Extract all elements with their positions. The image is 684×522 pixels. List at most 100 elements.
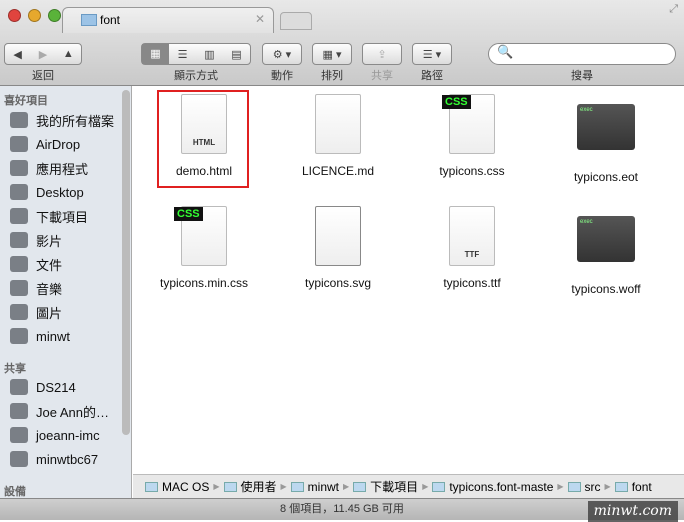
column-view-icon[interactable]: ▥	[196, 48, 223, 61]
computer-icon	[10, 403, 28, 419]
file-item[interactable]: CSS typicons.min.css	[144, 206, 264, 290]
sidebar-item-label: Desktop	[36, 184, 84, 200]
ttf-file-icon: TTF	[449, 206, 495, 266]
exec-file-icon: exec	[577, 216, 635, 262]
path-separator-icon: ▶	[422, 482, 429, 491]
path-item[interactable]: src	[585, 480, 601, 494]
css-file-icon: CSS	[442, 94, 495, 154]
watermark: minwt.com	[587, 501, 678, 522]
back-forward-buttons[interactable]: ◀ ▶ ▲	[4, 43, 82, 65]
path-item[interactable]: minwt	[308, 480, 339, 494]
search-input[interactable]: 🔍	[488, 43, 676, 65]
icon-view-icon[interactable]: ▦	[142, 44, 169, 64]
sidebar-item-label: joeann-imc	[36, 427, 100, 443]
sidebar-item[interactable]: minwt	[10, 325, 70, 347]
zoom-window-button[interactable]	[48, 9, 61, 22]
folder-icon	[290, 481, 304, 492]
sidebar-item[interactable]: joeann-imc	[10, 424, 100, 446]
selection-box	[157, 90, 249, 188]
action-button[interactable]: ⚙ ▾	[262, 43, 302, 65]
sidebar-item-label: 下載項目	[36, 209, 89, 225]
file-grid: HTML demo.html LICENCE.md CSS typicons.css ex…	[133, 86, 684, 474]
sidebar-item[interactable]: 影片	[10, 229, 62, 251]
tab-title: font	[100, 13, 121, 27]
view-mode-buttons[interactable]: ▦ ☰ ▥ ▤	[141, 43, 251, 65]
computer-icon	[10, 379, 28, 395]
sidebar-item-label: 圖片	[36, 305, 63, 321]
path-item[interactable]: 下載項目	[370, 478, 418, 495]
file-name: LICENCE.md	[301, 164, 375, 178]
minimize-window-button[interactable]	[28, 9, 41, 22]
tab-font[interactable]: font ✕	[62, 7, 274, 33]
share-icon: ⇪	[377, 48, 387, 61]
file-item[interactable]: exec typicons.eot	[546, 94, 666, 184]
path-item[interactable]: 使用者	[241, 478, 277, 495]
file-item[interactable]: TTF typicons.ttf	[412, 206, 532, 290]
sidebar-item-label: 我的所有檔案	[36, 113, 115, 129]
path-button[interactable]: ☰ ▾	[412, 43, 452, 65]
shared-header: 共享	[4, 363, 26, 375]
arrange-button[interactable]: ▦ ▾	[312, 43, 352, 65]
file-name: typicons.svg	[304, 276, 372, 290]
status-bar: 8 個項目，11.45 GB 可用 minwt.com	[0, 498, 684, 522]
path-separator-icon: ▶	[213, 482, 220, 491]
share-label: 共享	[371, 70, 393, 82]
sidebar-item[interactable]: 我的所有檔案	[10, 109, 114, 131]
sidebar-item-icon	[10, 160, 28, 176]
sidebar-item-icon	[10, 208, 28, 224]
sidebar-item[interactable]: minwtbc67	[10, 448, 98, 470]
path-icon: ☰ ▾	[422, 48, 442, 61]
sidebar-item-icon	[10, 280, 28, 296]
list-view-icon[interactable]: ☰	[169, 48, 196, 61]
arrange-icon: ▦ ▾	[322, 48, 342, 61]
sidebar-item-label: 文件	[36, 257, 63, 273]
file-name: typicons.ttf	[443, 276, 501, 290]
sidebar-item[interactable]: AirDrop	[10, 133, 80, 155]
coverflow-view-icon[interactable]: ▤	[223, 48, 250, 61]
fullscreen-icon[interactable]: ⤢	[669, 3, 678, 16]
up-icon[interactable]: ▲	[56, 48, 81, 60]
sidebar-item-label: minwt	[36, 328, 70, 344]
file-item[interactable]: exec typicons.woff	[546, 206, 666, 296]
forward-icon[interactable]: ▶	[30, 48, 55, 61]
path-item[interactable]: typicons.font-maste	[449, 480, 553, 494]
file-item[interactable]: typicons.svg	[278, 206, 398, 290]
sidebar-scrollbar[interactable]	[122, 90, 130, 435]
doc-file-icon	[315, 94, 361, 154]
sidebar-item-label: AirDrop	[36, 136, 81, 152]
folder-icon	[223, 481, 237, 492]
share-button[interactable]: ⇪	[362, 43, 402, 65]
file-item[interactable]: HTML demo.html	[144, 90, 264, 188]
css-file-icon: CSS	[174, 206, 227, 266]
sidebar-item[interactable]: Joe Ann的…	[10, 400, 109, 422]
back-icon[interactable]: ◀	[5, 48, 30, 61]
sidebar-item[interactable]: 應用程式	[10, 157, 88, 179]
sidebar-item[interactable]: 文件	[10, 253, 62, 275]
action-label: 動作	[271, 70, 293, 82]
file-name: typicons.min.css	[159, 276, 249, 290]
close-tab-icon[interactable]: ✕	[255, 12, 265, 26]
path-item[interactable]: font	[632, 480, 652, 494]
favorites-header: 喜好項目	[4, 95, 48, 107]
new-tab-button[interactable]	[280, 12, 312, 30]
close-window-button[interactable]	[8, 9, 21, 22]
view-label: 顯示方式	[174, 70, 218, 82]
file-item[interactable]: CSS typicons.css	[412, 94, 532, 178]
file-item[interactable]: LICENCE.md	[278, 94, 398, 178]
sidebar-item[interactable]: 音樂	[10, 277, 62, 299]
sidebar-item[interactable]: Desktop	[10, 181, 84, 203]
file-badge: TTF	[464, 250, 480, 259]
path-label: 路徑	[421, 70, 443, 82]
devices-header: 設備	[4, 486, 26, 498]
file-name: typicons.woff	[571, 282, 641, 296]
sidebar-item[interactable]: 下載項目	[10, 205, 88, 227]
sidebar-item[interactable]: DS214	[10, 376, 76, 398]
folder-icon	[614, 481, 628, 492]
sidebar-item-icon	[10, 232, 28, 248]
file-name: typicons.eot	[573, 170, 639, 184]
path-item[interactable]: MAC OS	[162, 480, 209, 494]
sidebar-item-label: 應用程式	[36, 161, 89, 177]
gear-icon: ⚙ ▾	[272, 48, 292, 61]
sidebar-item[interactable]: 圖片	[10, 301, 62, 323]
sidebar-item-label: Joe Ann的…	[36, 404, 109, 420]
